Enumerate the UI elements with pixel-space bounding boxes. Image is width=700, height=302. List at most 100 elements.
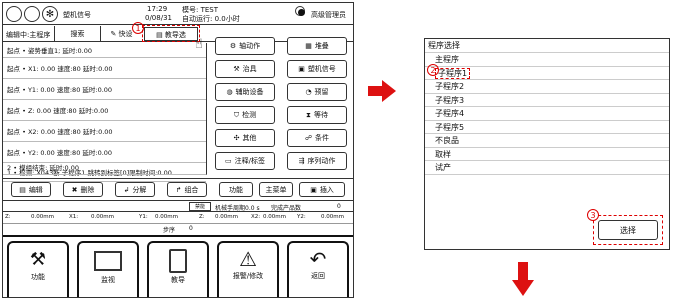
insert-icon: ▣ xyxy=(310,185,317,194)
axis-label: X2: xyxy=(251,214,261,220)
axis-value: 0.00mm xyxy=(91,214,114,220)
status-line: 禁能 机械手周期0.0 s 完成产品数 0 xyxy=(3,200,353,212)
hmi-screen: ✻ 塑机信号 17:29 0/08/31 模号: TEST 自动运行: 0.0小… xyxy=(2,2,354,298)
return-arrow-icon: ↶ xyxy=(309,247,327,271)
axis-position-line: Z: 0.00mm X1: 0.00mm Y1: 0.00mm Z: 0.00m… xyxy=(3,213,353,223)
callout-3: 3 xyxy=(587,209,599,221)
edit-button[interactable]: ▤ 编辑 xyxy=(11,182,51,197)
comment-icon: ▭ xyxy=(225,157,232,165)
program-item-sub3[interactable]: 子程序3 xyxy=(425,94,669,107)
program-select-panel: 程序选择 主程序 子程序1 子程序2 子程序3 子程序4 子程序5 不良品 取样… xyxy=(424,38,670,250)
detect-button[interactable]: ⛉ 检测 xyxy=(215,106,275,124)
tab-alarm[interactable]: ⚠ 报警/修改 xyxy=(217,241,279,297)
tools-icon: ⚒ xyxy=(29,249,47,270)
program-item-defective[interactable]: 不良品 xyxy=(425,134,669,148)
program-item-sub4[interactable]: 子程序4 xyxy=(425,107,669,121)
callout-2: 2 xyxy=(427,64,439,76)
program-item-sub5[interactable]: 子程序5 xyxy=(425,121,669,134)
tab-return[interactable]: ↶ 返回 xyxy=(287,241,349,297)
axis-value: 0.00mm xyxy=(215,214,238,220)
record-icon[interactable] xyxy=(295,6,305,16)
program-row[interactable]: 起点 • 姿势垂直1; 延时:0.00 xyxy=(3,43,206,58)
device-icon: ◍ xyxy=(226,88,233,96)
function-button[interactable]: 功能 xyxy=(219,182,253,197)
wait-button[interactable]: ⧗ 等待 xyxy=(287,106,347,124)
axis-value: 0.00mm xyxy=(31,214,54,220)
cycle-time: 机械手周期0.0 s xyxy=(215,205,260,212)
other-icon: ✣ xyxy=(233,134,240,142)
gear-icon: ⚙ xyxy=(229,42,237,50)
sequence-icon: ⇶ xyxy=(298,157,305,165)
step-label: 步序 xyxy=(163,227,176,234)
monitor-icon xyxy=(94,251,122,271)
combine-button[interactable]: ↱ 组合 xyxy=(167,182,207,197)
delete-button[interactable]: ✖ 删除 xyxy=(63,182,103,197)
aux-device-button[interactable]: ◍ 辅助设备 xyxy=(215,83,275,101)
main-menu-button[interactable]: 主菜单 xyxy=(259,182,293,197)
axis-label: Y2: xyxy=(297,214,306,220)
callout-box xyxy=(142,25,200,42)
edit-button-row: ▤ 编辑 ✖ 删除 ↲ 分解 ↱ 组合 功能 主菜单 ▣ 插入 xyxy=(3,178,353,198)
machine-signal-button[interactable]: ▣ 塑机信号 xyxy=(287,60,347,78)
program-row[interactable]: 起点 • X2: 0.00 速度:80 延时:0.00 xyxy=(3,121,206,142)
axis-label: Y1: xyxy=(139,214,148,220)
pencil-icon: ✎ xyxy=(110,30,117,38)
warning-icon: ⚠ xyxy=(239,247,257,271)
comment-label-button[interactable]: ▭ 注释/标签 xyxy=(215,152,275,170)
panel-title: 程序选择 xyxy=(425,39,669,53)
axis-label: Z: xyxy=(199,214,205,220)
right-arrow-icon xyxy=(368,80,396,102)
delete-icon: ✖ xyxy=(71,185,78,194)
split-button[interactable]: ↲ 分解 xyxy=(115,182,155,197)
edit-icon: ▤ xyxy=(19,185,26,194)
tab-teach[interactable]: 教导 xyxy=(147,241,209,297)
axis-value: 0.00mm xyxy=(321,214,344,220)
program-item-sample[interactable]: 取样 xyxy=(425,148,669,161)
program-list: 起点 • 姿势垂直1; 延时:0.00 起点 • X1: 0.00 速度:80 … xyxy=(3,43,207,182)
other-button[interactable]: ✣ 其他 xyxy=(215,129,275,147)
program-row[interactable]: 起点 • Y1: 0.00 速度:80 延时:0.00 xyxy=(3,79,206,100)
insert-button[interactable]: ▣ 插入 xyxy=(299,182,345,197)
callout-1: 1 xyxy=(132,22,144,34)
axis-action-button[interactable]: ⚙ 轴动作 xyxy=(215,37,275,55)
teach-pendant-icon xyxy=(169,249,187,273)
hourglass-icon: ⧗ xyxy=(306,110,311,119)
down-arrow-icon xyxy=(512,262,534,296)
search-button[interactable]: 搜索 xyxy=(54,26,100,42)
program-row[interactable]: 2 • 模组结束: 延时:0.00 xyxy=(3,159,207,175)
program-row[interactable]: 起点 • X1: 0.00 速度:80 延时:0.00 xyxy=(3,58,206,79)
clock-time: 17:29 xyxy=(147,5,168,13)
select-button[interactable]: 选择 xyxy=(598,220,658,240)
user-level[interactable]: 高级管理员 xyxy=(311,10,346,20)
step-value: 0 xyxy=(189,225,193,232)
axis-label: X1: xyxy=(69,214,79,220)
program-item-sub1[interactable]: 子程序1 xyxy=(425,67,669,80)
status-light-icon xyxy=(6,6,22,22)
axis-value: 0.00mm xyxy=(263,214,286,220)
program-item-trial[interactable]: 试产 xyxy=(425,161,669,175)
bottom-tab-bar: ⚒ 功能 监视 教导 ⚠ 报警/修改 ↶ 返回 xyxy=(3,235,353,297)
condition-button[interactable]: ☍ 条件 xyxy=(287,129,347,147)
step-line: 步序 0 xyxy=(3,223,353,234)
fixture-icon: ⚒ xyxy=(233,65,240,73)
clock-date: 0/08/31 xyxy=(145,14,172,22)
split-icon: ↲ xyxy=(123,185,130,194)
editing-program-label: 编辑中:主程序 xyxy=(6,31,51,39)
tab-monitor[interactable]: 监视 xyxy=(77,241,139,297)
stack-icon: ▦ xyxy=(305,42,312,50)
axis-value: 0.00mm xyxy=(155,214,178,220)
stack-button[interactable]: ▦ 堆叠 xyxy=(287,37,347,55)
axis-label: Z: xyxy=(5,214,11,220)
program-item-sub2[interactable]: 子程序2 xyxy=(425,80,669,94)
fixture-button[interactable]: ⚒ 治具 xyxy=(215,60,275,78)
completed-label: 完成产品数 xyxy=(271,205,302,212)
disable-button[interactable]: 禁能 xyxy=(189,202,211,211)
tab-function[interactable]: ⚒ 功能 xyxy=(7,241,69,297)
action-button-grid: ⚙ 轴动作 ▦ 堆叠 ⚒ 治具 ▣ 塑机信号 ◍ 辅助设备 ◔ 预留 ⛉ 检测 ⧗ 等待 ✣ 其他… xyxy=(215,37,353,177)
program-item-main[interactable]: 主程序 xyxy=(425,53,669,67)
reserve-button[interactable]: ◔ 预留 xyxy=(287,83,347,101)
machine-signal-icon[interactable]: ✻ xyxy=(42,6,58,22)
program-row[interactable]: 起点 • Z: 0.00 速度:80 延时:0.00 xyxy=(3,100,206,121)
reserve-icon: ◔ xyxy=(305,88,312,96)
sequence-action-button[interactable]: ⇶ 序列动作 xyxy=(287,152,347,170)
